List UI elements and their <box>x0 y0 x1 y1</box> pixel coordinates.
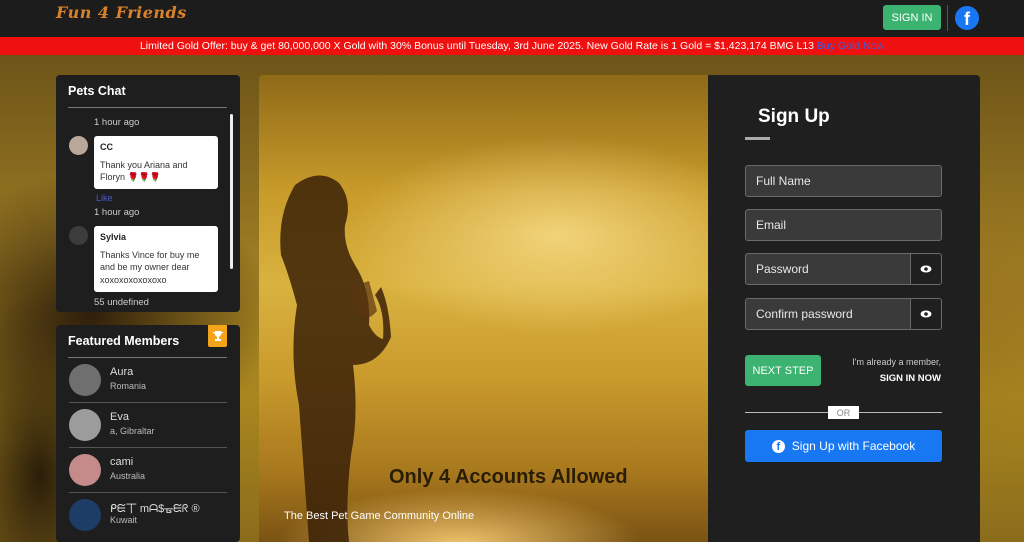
member-location: Kuwait <box>110 515 138 525</box>
next-step-button[interactable]: NEXT STEP <box>745 355 821 386</box>
member-location: Romania <box>110 381 147 391</box>
avatar[interactable] <box>69 409 101 441</box>
hero-banner: Only 4 Accounts Allowed <box>389 466 628 488</box>
hero-subtitle: The Best Pet Game Community Online <box>284 510 475 522</box>
member-name[interactable]: Eva <box>110 411 129 423</box>
avatar[interactable] <box>69 364 101 396</box>
avatar[interactable] <box>69 499 101 531</box>
chat-message: CC Thank you Ariana and Floryn 🌹🌹🌹 <box>94 136 218 189</box>
member-name[interactable]: cami <box>110 456 133 468</box>
top-navbar: Fun 4 Friends SIGN IN f <box>0 0 1024 37</box>
message-text: Thanks Vince for buy me and be my owner … <box>100 249 200 285</box>
site-logo[interactable]: Fun 4 Friends <box>56 3 187 22</box>
member-name[interactable]: Aura <box>110 366 133 378</box>
avatar[interactable] <box>69 454 101 486</box>
message-author[interactable]: Sylvia <box>100 231 212 244</box>
promo-banner: Limited Gold Offer: buy & get 80,000,000… <box>0 37 1024 55</box>
member-name[interactable]: ᑭᙓ丅 mᗩ$ᚗᙓᖇ ® <box>110 500 200 516</box>
signup-title-accent <box>745 137 770 140</box>
sign-in-button[interactable]: SIGN IN <box>883 5 941 30</box>
chat-footer-status: 55 undefined <box>94 297 149 308</box>
chat-message: Sylvia Thanks Vince for buy me and be my… <box>94 226 218 292</box>
eye-icon[interactable] <box>910 298 942 330</box>
promo-link[interactable]: Buy Gold Now <box>817 40 884 52</box>
or-label: OR <box>828 406 859 419</box>
member-question: I'm already a member, <box>852 357 941 367</box>
confirm-password-field[interactable]: Confirm password <box>745 298 911 330</box>
member-divider <box>69 447 227 448</box>
eye-icon[interactable] <box>910 253 942 285</box>
email-field[interactable]: Email <box>745 209 942 241</box>
member-location: Australia <box>110 471 146 481</box>
avatar[interactable] <box>69 136 88 155</box>
pets-chat-title: Pets Chat <box>68 84 126 98</box>
member-divider <box>69 492 227 493</box>
facebook-icon: f <box>771 439 785 453</box>
chat-scrollbar[interactable] <box>230 114 233 269</box>
like-link[interactable]: Like <box>96 193 113 203</box>
password-field[interactable]: Password <box>745 253 911 285</box>
facebook-glyph: f <box>964 9 970 29</box>
member-location: a, Gibraltar <box>110 426 155 436</box>
trophy-icon <box>208 325 227 347</box>
message-time: 1 hour ago <box>94 117 140 128</box>
signup-title: Sign Up <box>758 106 830 127</box>
avatar[interactable] <box>69 226 88 245</box>
fullname-field[interactable]: Full Name <box>745 165 942 197</box>
featured-members-title: Featured Members <box>68 334 180 348</box>
message-author[interactable]: CC <box>100 141 212 154</box>
facebook-signup-label: Sign Up with Facebook <box>791 439 916 453</box>
facebook-icon[interactable]: f <box>955 6 979 30</box>
message-text: Thank you Ariana and Floryn 🌹🌹🌹 <box>100 159 188 183</box>
navbar-divider <box>947 5 948 31</box>
promo-text: Limited Gold Offer: buy & get 80,000,000… <box>139 40 814 52</box>
member-divider <box>69 402 227 403</box>
message-time: 1 hour ago <box>94 207 140 218</box>
facebook-signup-button[interactable]: f Sign Up with Facebook <box>745 430 942 462</box>
featured-members-rule <box>68 357 227 358</box>
pets-chat-rule <box>68 107 227 108</box>
sign-in-now-link[interactable]: SIGN IN NOW <box>880 373 941 384</box>
